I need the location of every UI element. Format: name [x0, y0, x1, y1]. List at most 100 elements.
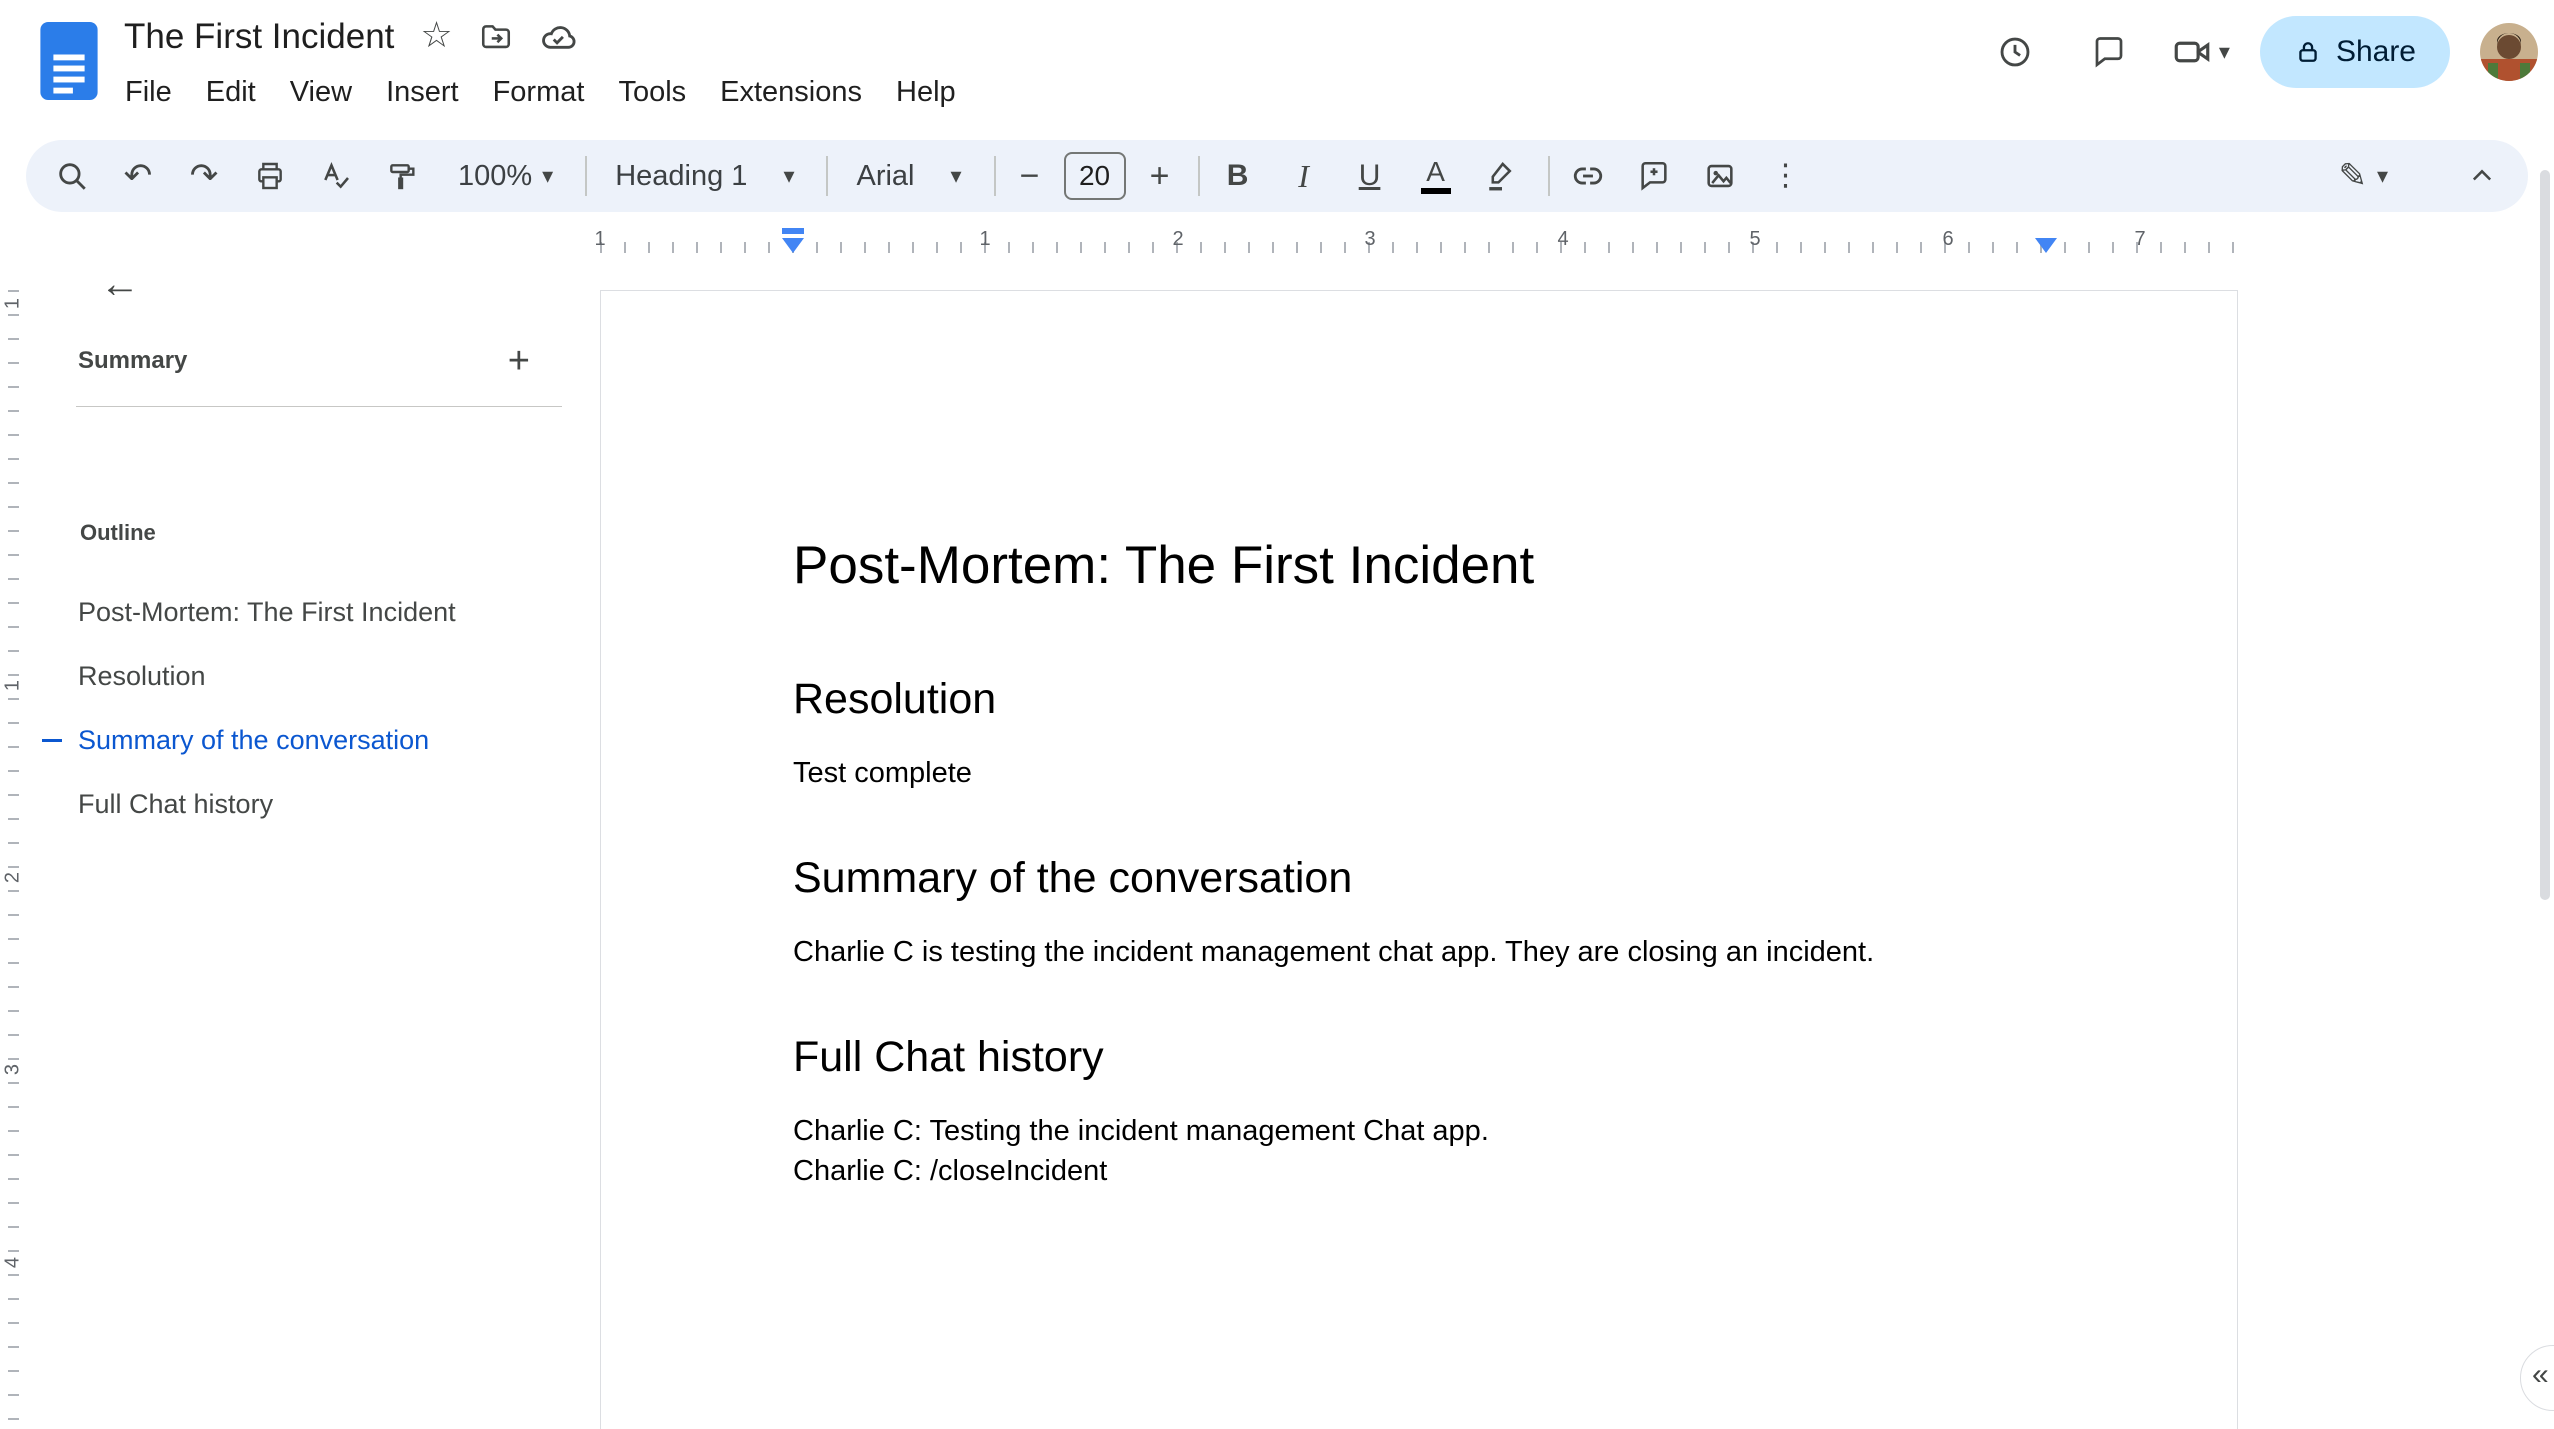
comments-icon[interactable]	[2077, 20, 2141, 84]
insert-link-button[interactable]	[1564, 148, 1612, 204]
meet-video-call-button[interactable]: ▾	[2171, 31, 2230, 73]
document-title[interactable]: The First Incident	[124, 17, 394, 57]
caret-down-icon: ▾	[2376, 163, 2388, 188]
right-indent-marker[interactable]	[2035, 238, 2057, 253]
star-icon[interactable]: ☆	[420, 17, 452, 53]
document-page[interactable]: Post-Mortem: The First Incident Resoluti…	[600, 290, 2238, 1429]
decrease-font-size-button[interactable]: −	[1010, 157, 1050, 196]
share-button[interactable]: Share	[2259, 16, 2450, 88]
ruler-number: 1	[1, 297, 24, 310]
doc-heading[interactable]: Full Chat history	[793, 1032, 2045, 1083]
text-color-icon: A	[1420, 158, 1451, 194]
ruler-number: 6	[1942, 228, 1954, 250]
text-color-button[interactable]: A	[1412, 148, 1460, 204]
expand-panel-button[interactable]: «	[2520, 1345, 2554, 1411]
docs-logo-icon[interactable]	[40, 22, 98, 100]
doc-paragraph[interactable]: Charlie C: Testing the incident manageme…	[793, 1111, 2045, 1151]
zoom-value: 100%	[458, 159, 533, 192]
back-arrow-icon: ←	[100, 261, 140, 306]
caret-down-icon: ▾	[950, 163, 962, 188]
doc-heading[interactable]: Resolution	[793, 674, 2045, 725]
outline-item-label: Post-Mortem: The First Incident	[78, 596, 456, 627]
outline-sidebar: ← Summary + Outline Post-Mortem: The Fir…	[30, 230, 570, 1429]
version-history-icon[interactable]	[1983, 20, 2047, 84]
paint-format-button[interactable]	[378, 148, 426, 204]
outline-item[interactable]: Full Chat history	[30, 772, 570, 836]
doc-paragraph[interactable]: Charlie C is testing the incident manage…	[793, 932, 2045, 972]
menu-format[interactable]: Format	[476, 70, 602, 115]
doc-paragraph[interactable]: Charlie C: /closeIncident	[793, 1151, 2045, 1191]
ruler-ticks	[600, 242, 2238, 253]
left-indent-marker[interactable]	[782, 238, 804, 253]
menu-edit[interactable]: Edit	[189, 70, 273, 115]
outline-item-label: Summary of the conversation	[78, 724, 430, 755]
vertical-scrollbar[interactable]	[2540, 170, 2550, 900]
divider	[1547, 156, 1550, 196]
add-comment-button[interactable]	[1630, 148, 1678, 204]
editing-mode-select[interactable]: ✎ ▾	[2338, 156, 2388, 196]
doc-heading[interactable]: Summary of the conversation	[793, 853, 2045, 904]
link-icon	[1573, 167, 1602, 185]
undo-button[interactable]: ↶	[114, 148, 162, 204]
font-size-control: − +	[1010, 152, 1180, 200]
close-outline-button[interactable]: ←	[86, 250, 154, 318]
bold-button[interactable]: B	[1214, 148, 1262, 204]
title-block: The First Incident ☆ File Edit View Inse…	[124, 8, 973, 115]
font-size-input[interactable]	[1063, 152, 1126, 200]
ruler-number: 7	[2134, 228, 2146, 250]
lock-icon	[2299, 42, 2317, 62]
print-button[interactable]	[246, 148, 294, 204]
search-menus-icon[interactable]	[48, 148, 96, 204]
font-select[interactable]: Arial ▾	[842, 148, 975, 204]
undo-icon: ↶	[123, 157, 153, 195]
zoom-select[interactable]: 100% ▾	[444, 148, 567, 204]
double-chevron-left-icon: «	[2532, 1358, 2549, 1391]
active-indicator	[42, 739, 62, 742]
add-summary-button[interactable]: +	[508, 342, 530, 380]
italic-button[interactable]: I	[1280, 148, 1328, 204]
paragraph-style-select[interactable]: Heading 1 ▾	[601, 148, 808, 204]
cloud-status-icon[interactable]	[539, 18, 577, 56]
more-options-button[interactable]: ⋮	[1762, 148, 1810, 204]
ruler-number: 1	[979, 228, 991, 250]
caret-down-icon: ▾	[542, 163, 554, 188]
outline-item[interactable]: Post-Mortem: The First Incident	[30, 580, 570, 644]
share-label: Share	[2335, 35, 2416, 68]
first-line-indent-marker[interactable]	[782, 228, 804, 234]
divider	[585, 156, 588, 196]
more-vertical-icon: ⋮	[1770, 159, 1801, 192]
italic-icon: I	[1298, 157, 1309, 194]
avatar[interactable]	[2480, 23, 2538, 81]
redo-button[interactable]: ↷	[180, 148, 228, 204]
vertical-ruler: 1 1 2 3 4	[0, 270, 28, 1429]
menu-view[interactable]: View	[273, 70, 369, 115]
menu-file[interactable]: File	[108, 70, 189, 115]
move-folder-icon[interactable]	[479, 20, 513, 54]
insert-image-button[interactable]	[1696, 148, 1744, 204]
ruler-number: 3	[1364, 228, 1376, 250]
menu-insert[interactable]: Insert	[369, 70, 476, 115]
doc-paragraph[interactable]: Test complete	[793, 753, 2045, 793]
underline-icon: U	[1358, 159, 1381, 192]
ruler-number: 1	[1, 679, 24, 692]
menu-help[interactable]: Help	[879, 70, 973, 115]
outline-item-active[interactable]: Summary of the conversation	[30, 708, 570, 772]
font-value: Arial	[856, 159, 915, 192]
outline-item-label: Resolution	[78, 660, 206, 691]
outline-item[interactable]: Resolution	[30, 644, 570, 708]
spellcheck-button[interactable]	[312, 148, 360, 204]
caret-down-icon: ▾	[783, 163, 795, 188]
add-comment-icon	[1640, 161, 1667, 191]
ruler-number: 4	[1, 1256, 24, 1269]
underline-button[interactable]: U	[1346, 148, 1394, 204]
menu-extensions[interactable]: Extensions	[703, 70, 879, 115]
ruler-number: 4	[1557, 228, 1569, 250]
increase-font-size-button[interactable]: +	[1140, 157, 1180, 196]
chevron-up-icon	[2472, 169, 2492, 181]
ruler-number: 2	[1, 871, 24, 884]
highlight-color-button[interactable]	[1478, 148, 1526, 204]
hide-menus-button[interactable]	[2458, 148, 2506, 204]
doc-title-heading[interactable]: Post-Mortem: The First Incident	[793, 535, 2045, 596]
divider	[1197, 156, 1200, 196]
menu-tools[interactable]: Tools	[601, 70, 703, 115]
